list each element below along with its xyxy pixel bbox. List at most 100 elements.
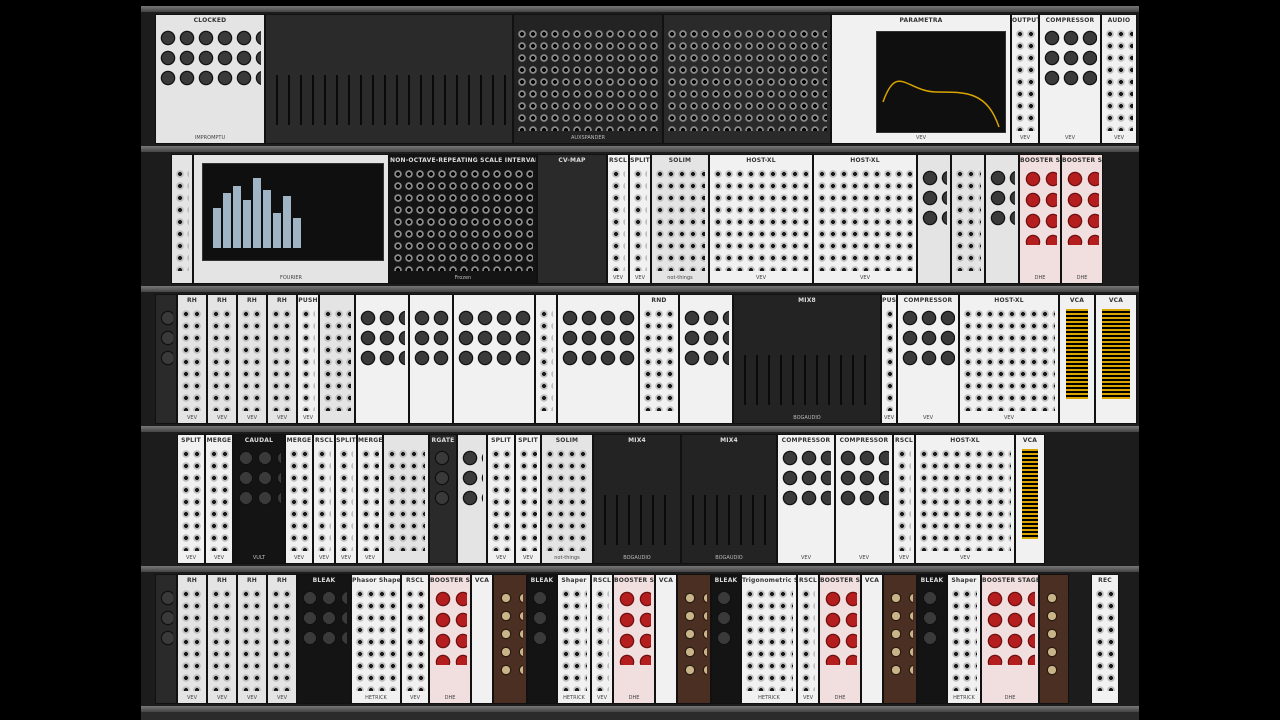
module-panel[interactable]: SOLIM not-things xyxy=(651,154,709,284)
eq-curve-display[interactable] xyxy=(876,31,1006,133)
module-panel[interactable]: BLEAK xyxy=(711,574,741,704)
module-panel[interactable] xyxy=(493,574,527,704)
module-panel[interactable] xyxy=(319,294,355,424)
knob-array[interactable] xyxy=(359,309,405,369)
jack-array[interactable] xyxy=(595,589,609,691)
module-panel[interactable]: RH VEV xyxy=(237,574,267,704)
knob-array[interactable] xyxy=(1043,589,1065,679)
jack-array[interactable] xyxy=(667,29,827,131)
module-panel[interactable]: SOLIM not-things xyxy=(541,434,593,564)
fader-array[interactable] xyxy=(272,75,506,125)
jack-array[interactable] xyxy=(387,449,425,551)
module-panel[interactable]: RSCL VEV xyxy=(607,154,629,284)
jack-array[interactable] xyxy=(611,169,625,271)
module-panel[interactable] xyxy=(457,434,487,564)
fader-array[interactable] xyxy=(600,495,674,545)
knob-array[interactable] xyxy=(901,309,955,369)
module-panel[interactable] xyxy=(171,154,193,284)
module-panel[interactable]: BOOSTER STAGE DHE xyxy=(1061,154,1103,284)
module-panel[interactable]: RGATE xyxy=(429,434,457,564)
module-panel[interactable]: CAUDAL VULT xyxy=(233,434,285,564)
knob-array[interactable] xyxy=(457,309,531,369)
jack-array[interactable] xyxy=(181,309,203,411)
module-panel[interactable]: AUDIO VEV xyxy=(1101,14,1137,144)
module-panel[interactable]: COMPRESSOR VEV xyxy=(835,434,893,564)
module-panel[interactable]: SPLIT VEV xyxy=(515,434,541,564)
module-panel[interactable] xyxy=(355,294,409,424)
knob-array[interactable] xyxy=(715,589,737,649)
jack-array[interactable] xyxy=(355,589,397,691)
module-panel[interactable]: BOOSTER STAGE DHE xyxy=(1019,154,1061,284)
module-panel[interactable]: REC xyxy=(1091,574,1119,704)
jack-array[interactable] xyxy=(919,449,1011,551)
jack-array[interactable] xyxy=(1015,29,1035,131)
module-panel[interactable]: RH VEV xyxy=(207,574,237,704)
knob-array[interactable] xyxy=(531,589,553,649)
jack-array[interactable] xyxy=(745,589,793,691)
jack-array[interactable] xyxy=(517,29,659,131)
module-panel[interactable]: RSCL VEV xyxy=(591,574,613,704)
jack-array[interactable] xyxy=(545,449,589,551)
jack-array[interactable] xyxy=(655,169,705,271)
knob-array[interactable] xyxy=(683,309,729,369)
module-panel[interactable]: MIX4 BOGAUDIO xyxy=(681,434,777,564)
module-panel[interactable]: VCA xyxy=(655,574,677,704)
module-panel[interactable] xyxy=(985,154,1019,284)
jack-array[interactable] xyxy=(317,449,331,551)
knob-array[interactable] xyxy=(433,449,453,509)
jack-array[interactable] xyxy=(1105,29,1133,131)
module-panel[interactable]: MERGE VEV xyxy=(285,434,313,564)
jack-array[interactable] xyxy=(271,589,293,691)
module-panel[interactable]: FOURIER xyxy=(193,154,389,284)
module-panel[interactable]: PARAMETRA VEV xyxy=(831,14,1011,144)
module-panel[interactable]: HOST-XL VEV xyxy=(709,154,813,284)
module-panel[interactable]: BLEAK xyxy=(917,574,947,704)
module-panel[interactable] xyxy=(155,574,177,704)
module-panel[interactable]: RSCL VEV xyxy=(893,434,915,564)
jack-array[interactable] xyxy=(885,309,893,411)
module-panel[interactable]: SPLIT VEV xyxy=(335,434,357,564)
module-panel[interactable]: BOOSTER STAGE DHE xyxy=(613,574,655,704)
module-panel[interactable]: BOOSTER STAGE DHE xyxy=(429,574,471,704)
module-panel[interactable]: PUSH VEV xyxy=(297,294,319,424)
module-panel[interactable]: SPLIT VEV xyxy=(487,434,515,564)
knob-array[interactable] xyxy=(159,589,173,649)
module-panel[interactable]: RH VEV xyxy=(177,574,207,704)
module-panel[interactable]: RH VEV xyxy=(267,574,297,704)
jack-array[interactable] xyxy=(211,309,233,411)
knob-array[interactable] xyxy=(823,589,857,665)
module-panel[interactable] xyxy=(155,294,177,424)
jack-array[interactable] xyxy=(519,449,537,551)
knob-array[interactable] xyxy=(301,589,347,649)
jack-array[interactable] xyxy=(241,589,263,691)
module-panel[interactable]: CLOCKED IMPROMPTU xyxy=(155,14,265,144)
knob-array[interactable] xyxy=(781,449,831,509)
jack-array[interactable] xyxy=(643,309,675,411)
knob-array[interactable] xyxy=(617,589,651,665)
knob-array[interactable] xyxy=(921,589,943,649)
knob-array[interactable] xyxy=(413,309,449,369)
module-panel[interactable]: Trigonometric Shaper HETRICK xyxy=(741,574,797,704)
module-panel[interactable]: SPLIT VEV xyxy=(177,434,205,564)
fader-array[interactable] xyxy=(740,355,874,405)
jack-array[interactable] xyxy=(963,309,1055,411)
module-panel[interactable]: COMPRESSOR VEV xyxy=(1039,14,1101,144)
jack-array[interactable] xyxy=(897,449,911,551)
module-panel[interactable]: BLEAK xyxy=(297,574,351,704)
jack-array[interactable] xyxy=(491,449,511,551)
jack-array[interactable] xyxy=(539,309,553,411)
module-panel[interactable]: COMPRESSOR VEV xyxy=(897,294,959,424)
module-panel[interactable]: OUTPUT VEV xyxy=(1011,14,1039,144)
jack-array[interactable] xyxy=(301,309,315,411)
module-panel[interactable]: VCA xyxy=(1095,294,1137,424)
module-panel[interactable] xyxy=(677,574,711,704)
knob-array[interactable] xyxy=(1065,169,1099,245)
module-panel[interactable]: COMPRESSOR VEV xyxy=(777,434,835,564)
module-panel[interactable] xyxy=(557,294,639,424)
jack-array[interactable] xyxy=(181,589,203,691)
jack-array[interactable] xyxy=(289,449,309,551)
module-panel[interactable] xyxy=(663,14,831,144)
knob-array[interactable] xyxy=(681,589,707,679)
module-panel[interactable]: BOOSTER STAGE DHE xyxy=(981,574,1039,704)
jack-array[interactable] xyxy=(951,589,977,691)
